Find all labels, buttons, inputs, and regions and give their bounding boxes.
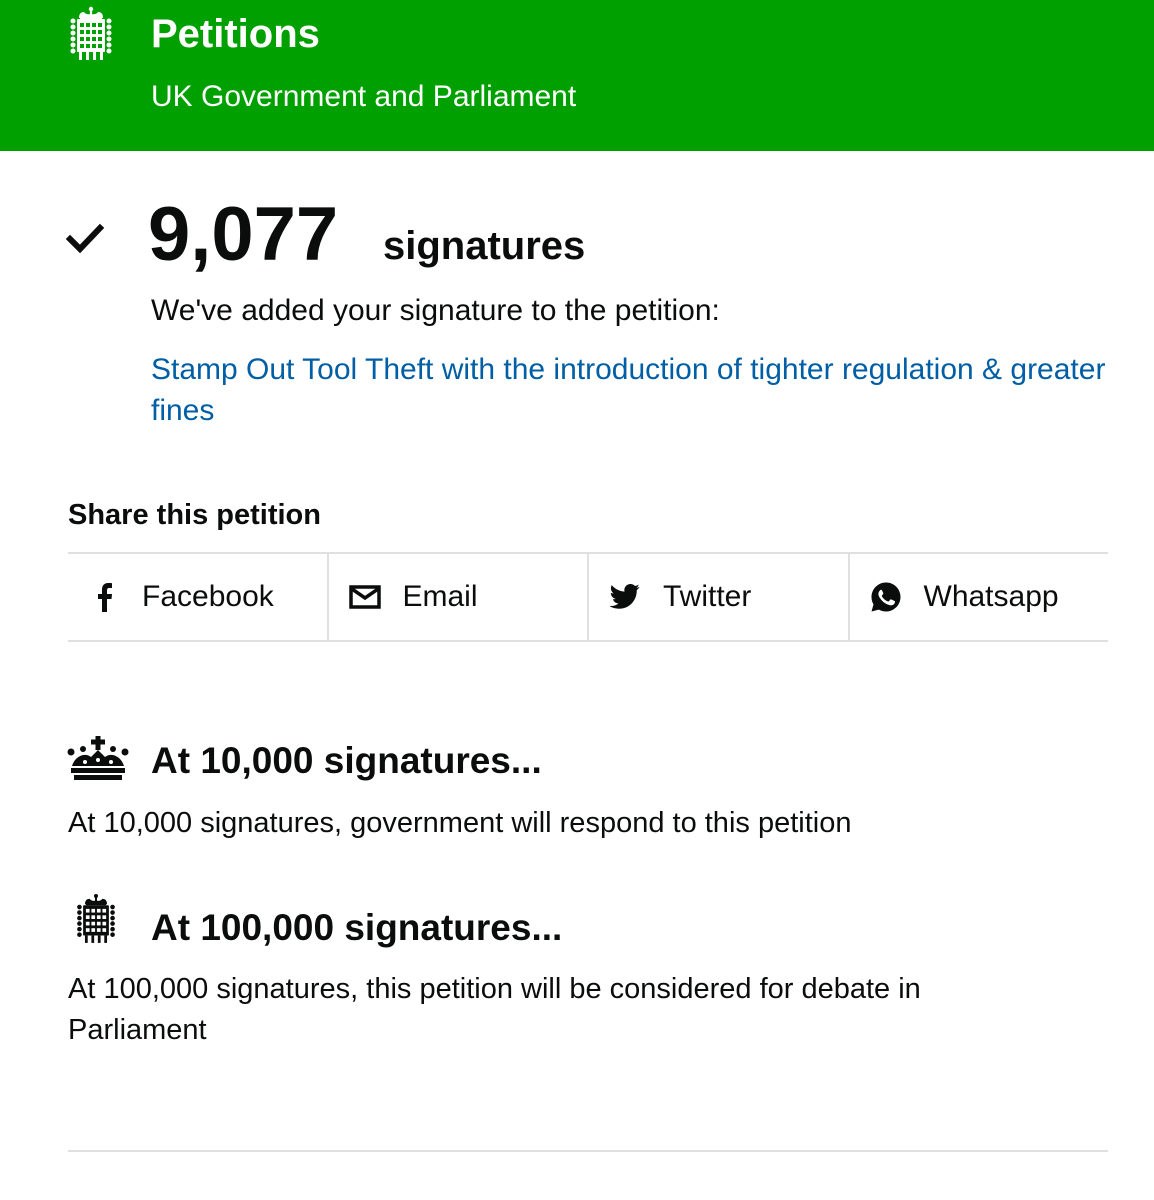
portcullis-icon <box>77 893 115 943</box>
threshold-10000-description: At 10,000 signatures, government will re… <box>68 807 852 839</box>
share-whatsapp-button[interactable]: Whatsapp <box>850 554 1109 640</box>
crown-icon <box>67 736 129 780</box>
signature-count: 9,077 <box>148 192 339 277</box>
share-email-button[interactable]: Email <box>329 554 589 640</box>
site-title[interactable]: Petitions <box>151 10 320 58</box>
share-facebook-button[interactable]: Facebook <box>68 554 329 640</box>
petition-title-link[interactable]: Stamp Out Tool Theft with the introducti… <box>151 349 1111 431</box>
portcullis-icon[interactable] <box>66 6 116 62</box>
checkmark-icon <box>66 223 104 254</box>
site-subtitle: UK Government and Parliament <box>151 80 577 113</box>
share-twitter-label: Twitter <box>663 580 752 613</box>
share-twitter-button[interactable]: Twitter <box>589 554 850 640</box>
share-buttons: Facebook Email Twitter Whatsapp <box>68 552 1108 642</box>
share-heading: Share this petition <box>68 499 321 531</box>
signature-confirmation-text: We've added your signature to the petiti… <box>151 294 720 327</box>
threshold-100000-heading: At 100,000 signatures... <box>151 907 563 948</box>
facebook-icon <box>88 581 120 613</box>
signature-count-label: signatures <box>383 224 586 268</box>
threshold-10000-heading: At 10,000 signatures... <box>151 740 542 781</box>
whatsapp-icon <box>870 581 902 613</box>
twitter-icon <box>609 581 641 613</box>
site-header: Petitions UK Government and Parliament <box>0 0 1154 151</box>
envelope-icon <box>348 581 381 613</box>
share-email-label: Email <box>402 580 478 613</box>
share-whatsapp-label: Whatsapp <box>923 580 1059 613</box>
share-facebook-label: Facebook <box>142 580 274 613</box>
threshold-100000-description: At 100,000 signatures, this petition wil… <box>68 973 921 1046</box>
section-divider <box>68 1150 1108 1152</box>
